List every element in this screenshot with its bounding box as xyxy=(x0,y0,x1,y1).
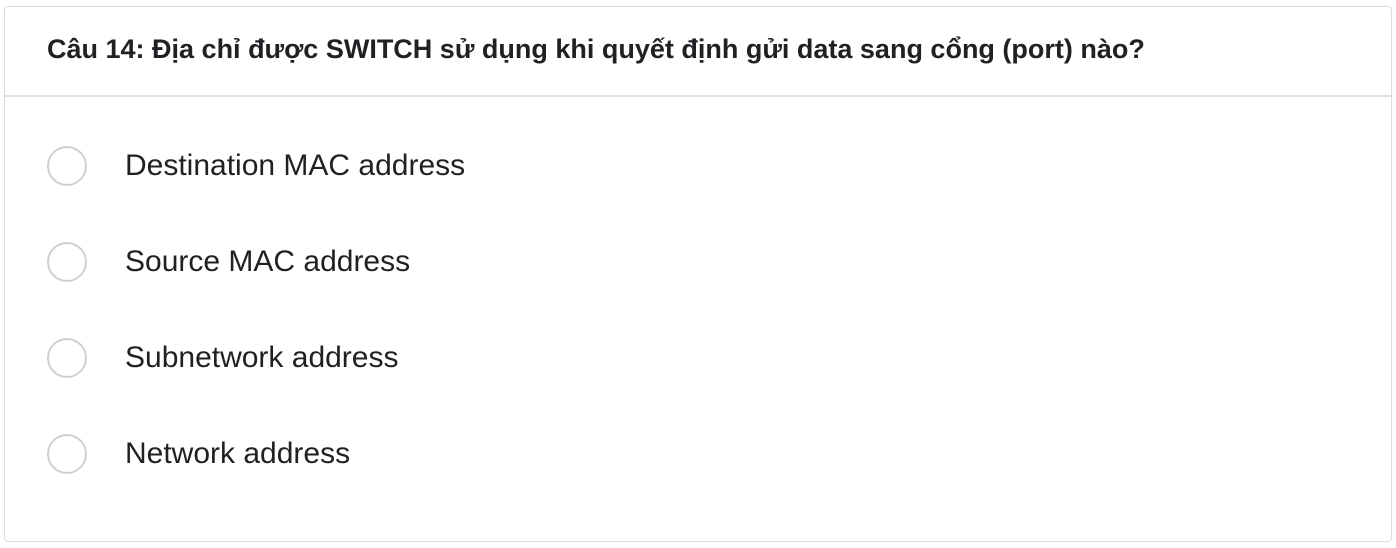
question-card: Câu 14: Địa chỉ được SWITCH sử dụng khi … xyxy=(4,6,1392,542)
option-subnetwork[interactable]: Subnetwork address xyxy=(47,336,399,380)
option-label: Network address xyxy=(125,437,351,470)
option-label: Subnetwork address xyxy=(125,341,399,374)
option-label: Destination MAC address xyxy=(125,149,466,182)
option-source-mac[interactable]: Source MAC address xyxy=(47,240,410,284)
option-destination-mac[interactable]: Destination MAC address xyxy=(47,144,465,188)
radio-button[interactable] xyxy=(47,146,87,186)
question-title: Câu 14: Địa chỉ được SWITCH sử dụng khi … xyxy=(47,33,1145,64)
radio-button[interactable] xyxy=(47,242,87,282)
radio-button[interactable] xyxy=(47,338,87,378)
option-network[interactable]: Network address xyxy=(47,432,350,476)
radio-button[interactable] xyxy=(47,434,87,474)
question-header: Câu 14: Địa chỉ được SWITCH sử dụng khi … xyxy=(5,7,1391,97)
option-label: Source MAC address xyxy=(125,245,411,278)
